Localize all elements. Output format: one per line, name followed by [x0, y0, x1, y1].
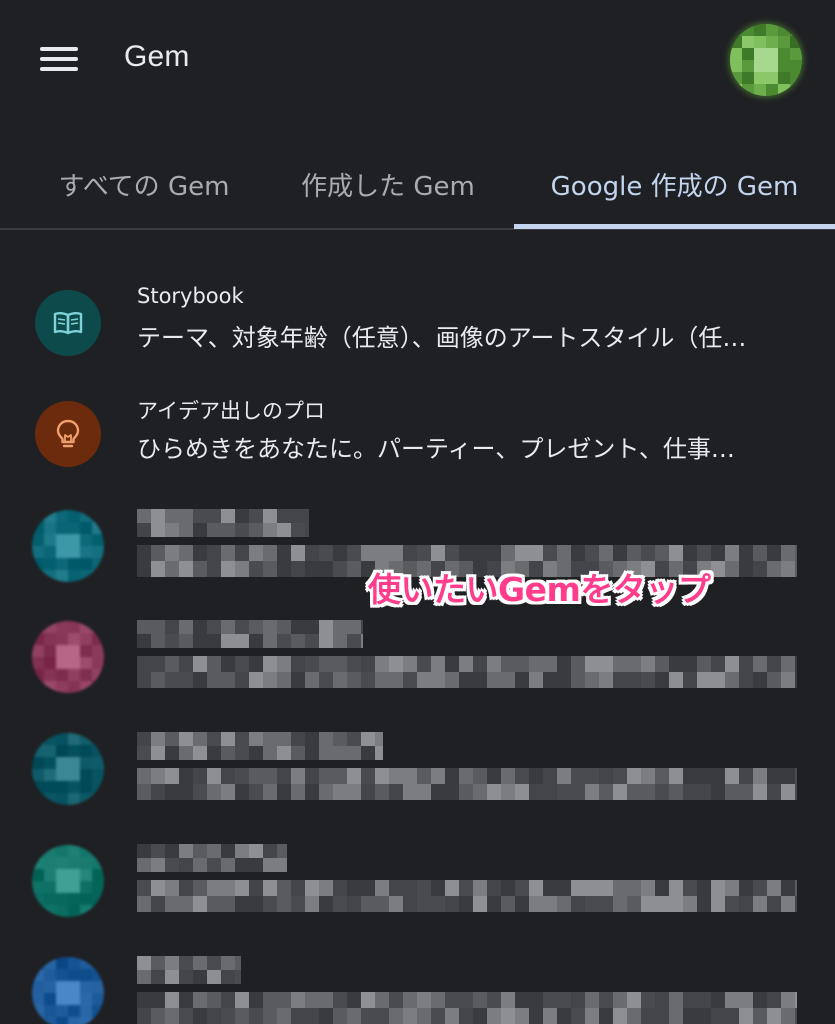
- gem-icon-badge: [32, 957, 104, 1024]
- tab-all-gems[interactable]: すべての Gem: [30, 140, 258, 228]
- gem-title: [137, 620, 363, 648]
- gem-title: [137, 956, 241, 984]
- gem-icon-badge: [32, 621, 104, 693]
- top-app-bar: Gem: [0, 0, 835, 120]
- gem-description: [137, 768, 797, 800]
- menu-icon[interactable]: [38, 44, 80, 74]
- gem-icon-badge: [35, 401, 101, 467]
- gem-description: ひらめきをあなたに。パーティー、プレゼント、仕事…: [137, 435, 735, 463]
- gem-title: アイデア出しのプロ: [137, 399, 325, 423]
- gem-title: [137, 844, 287, 872]
- lightbulb-icon: [56, 419, 80, 448]
- gem-manager-screen: Gem すべての Gem 作成した Gem Google 作成の Gem Sto…: [0, 0, 835, 1024]
- gem-description: テーマ、対象年齢（任意）、画像のアートスタイル（任…: [137, 324, 747, 352]
- gem-title: [137, 509, 309, 537]
- gem-icon-badge: [32, 845, 104, 917]
- annotation-callout: 使いたいGemをタップ: [368, 570, 711, 609]
- gem-icon-badge: [32, 510, 104, 582]
- gem-description: [137, 880, 797, 912]
- active-tab-indicator: [514, 224, 835, 229]
- gem-description: [137, 656, 797, 688]
- list-item[interactable]: アイデア出しのプロ ひらめきをあなたに。パーティー、プレゼント、仕事…: [0, 399, 835, 511]
- tab-google-gems[interactable]: Google 作成の Gem: [514, 140, 835, 228]
- tab-my-gems[interactable]: 作成した Gem: [276, 140, 500, 228]
- list-item[interactable]: [0, 730, 835, 840]
- avatar[interactable]: [730, 24, 802, 96]
- tab-bar: すべての Gem 作成した Gem Google 作成の Gem: [0, 140, 835, 230]
- page-title: Gem: [124, 40, 190, 73]
- gem-title: [137, 732, 383, 760]
- list-item[interactable]: [0, 842, 835, 952]
- book-icon: [53, 312, 83, 335]
- list-item[interactable]: [0, 618, 835, 728]
- gem-title: Storybook: [137, 284, 244, 308]
- list-item[interactable]: Storybook テーマ、対象年齢（任意）、画像のアートスタイル（任…: [0, 284, 835, 400]
- gem-icon-badge: [35, 290, 101, 356]
- gem-icon-badge: [32, 733, 104, 805]
- gem-description: [137, 992, 797, 1024]
- list-item[interactable]: [0, 954, 835, 1024]
